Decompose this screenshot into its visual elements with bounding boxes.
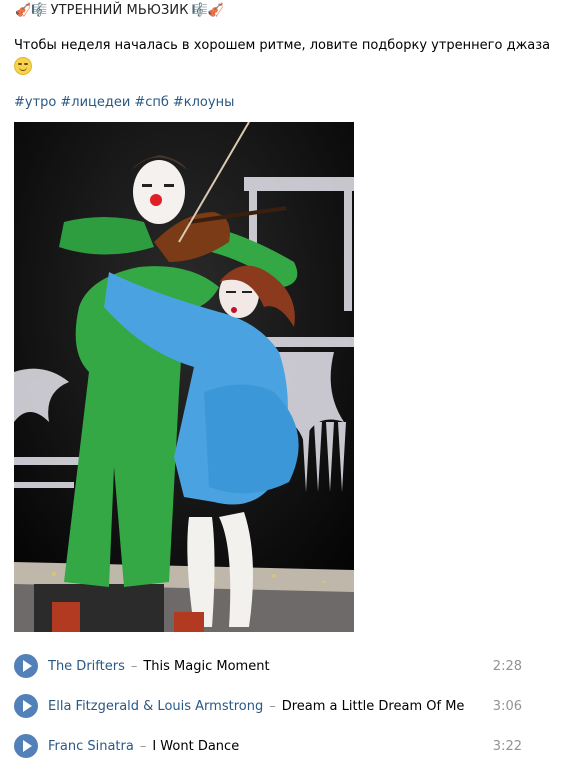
hashtags: #утро #лицедеи #спб #клоуны bbox=[14, 95, 234, 110]
audio-track[interactable]: Franc Sinatra – I Wont Dance 3:22 bbox=[14, 726, 534, 766]
track-duration: 3:06 bbox=[492, 698, 522, 714]
hashtag-link[interactable]: #спб bbox=[134, 95, 169, 110]
play-icon[interactable] bbox=[14, 654, 38, 678]
track-artist[interactable]: Ella Fitzgerald & Louis Armstrong bbox=[48, 699, 263, 714]
post-body: Чтобы неделя началась в хорошем ритме, л… bbox=[14, 37, 554, 78]
hashtag-link[interactable]: #утро bbox=[14, 95, 56, 110]
track-title[interactable]: This Magic Moment bbox=[143, 659, 269, 674]
post-title: УТРЕННИЙ МЬЮЗИК bbox=[50, 2, 189, 18]
track-artist[interactable]: Franc Sinatra bbox=[48, 739, 134, 754]
audio-list: The Drifters – This Magic Moment 2:28 El… bbox=[14, 646, 534, 766]
post-title-row: 🎻🎼 УТРЕННИЙ МЬЮЗИК 🎼🎻 bbox=[14, 0, 225, 20]
audio-track[interactable]: Ella Fitzgerald & Louis Armstrong – Drea… bbox=[14, 686, 534, 726]
track-duration: 3:22 bbox=[492, 738, 522, 754]
play-icon[interactable] bbox=[14, 694, 38, 718]
track-title[interactable]: Dream a Little Dream Of Me bbox=[282, 699, 465, 714]
post-body-text: Чтобы неделя началась в хорошем ритме, л… bbox=[14, 38, 551, 53]
violin-music-emoji-right: 🎼🎻 bbox=[191, 2, 225, 18]
track-duration: 2:28 bbox=[492, 658, 522, 674]
hashtag-link[interactable]: #клоуны bbox=[173, 95, 234, 110]
hashtag-link[interactable]: #лицедеи bbox=[60, 95, 130, 110]
audio-track[interactable]: The Drifters – This Magic Moment 2:28 bbox=[14, 646, 534, 686]
wall-post: 🎻🎼 УТРЕННИЙ МЬЮЗИК 🎼🎻 Чтобы неделя начал… bbox=[0, 0, 570, 774]
track-separator: – bbox=[139, 738, 147, 754]
violin-music-emoji-left: 🎻🎼 bbox=[15, 2, 48, 18]
track-title[interactable]: I Wont Dance bbox=[152, 739, 239, 754]
stage-photo-illustration bbox=[14, 122, 354, 632]
track-separator: – bbox=[130, 658, 138, 674]
track-artist[interactable]: The Drifters bbox=[48, 659, 125, 674]
track-separator: – bbox=[269, 698, 276, 714]
relieved-smiley-icon bbox=[14, 57, 32, 75]
play-icon[interactable] bbox=[14, 734, 38, 758]
post-photo[interactable] bbox=[14, 122, 354, 632]
